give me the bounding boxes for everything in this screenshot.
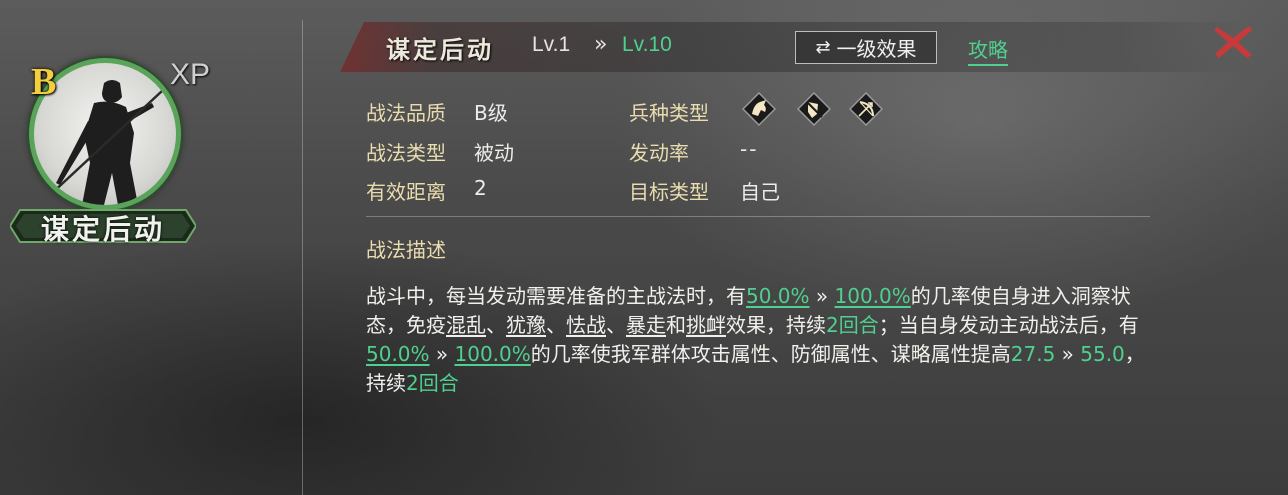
type-label: 战法类型: [366, 141, 446, 165]
desc-value: 27.5: [1010, 342, 1056, 366]
swap-icon: ⇄: [815, 37, 831, 58]
cavalry-icon[interactable]: [741, 91, 777, 127]
range-value: 2: [474, 176, 487, 200]
quality-label: 战法品质: [366, 101, 446, 125]
desc-value: 50.0%: [366, 342, 430, 366]
desc-duration: 2回合: [826, 313, 879, 337]
desc-value: 50.0%: [746, 284, 810, 308]
status-keyword[interactable]: 怯战: [566, 313, 606, 337]
quality-value: B级: [474, 101, 508, 125]
description-heading: 战法描述: [366, 238, 446, 262]
close-icon: [1214, 26, 1252, 58]
desc-text: ；当自身发动主动战法后，有: [878, 313, 1139, 337]
close-button[interactable]: [1212, 24, 1254, 60]
desc-arrow: »: [809, 284, 835, 308]
status-keyword[interactable]: 混乱: [446, 313, 486, 337]
desc-text: 的几率使我军群体攻击属性、防御属性、谋略属性提高: [530, 342, 1011, 366]
archer-icon[interactable]: [848, 91, 884, 127]
level-max: Lv.10: [622, 33, 672, 56]
desc-value: 55.0: [1080, 342, 1125, 366]
xp-label: XP: [170, 58, 211, 91]
range-label: 有效距离: [366, 180, 446, 204]
horizontal-divider: [366, 216, 1150, 217]
target-type-value: 自己: [740, 180, 780, 204]
skill-description: 战斗中，每当发动需要准备的主战法时，有50.0% » 100.0%的几率使自身进…: [366, 282, 1156, 398]
desc-value: 100.0%: [454, 342, 531, 366]
desc-duration: 2回合: [406, 371, 459, 395]
level-effect-toggle-button[interactable]: ⇄ 一级效果: [795, 31, 937, 64]
skill-title: 谋定后动: [386, 36, 494, 64]
desc-separator: 和: [666, 313, 686, 337]
skill-card: B XP 谋定后动: [0, 0, 302, 495]
desc-text: 战斗中，每当发动需要准备的主战法时，有: [366, 284, 746, 308]
target-type-label: 目标类型: [629, 180, 709, 204]
shield-infantry-icon[interactable]: [796, 91, 832, 127]
desc-value: 100.0%: [834, 284, 911, 308]
vertical-divider: [302, 20, 303, 495]
troop-type-label: 兵种类型: [629, 101, 709, 125]
desc-separator: 、: [546, 313, 566, 337]
status-keyword[interactable]: 挑衅: [686, 313, 726, 337]
status-keyword[interactable]: 犹豫: [506, 313, 546, 337]
trigger-rate-label: 发动率: [629, 141, 689, 165]
desc-separator: 、: [606, 313, 626, 337]
desc-arrow: »: [429, 342, 455, 366]
effect-button-label: 一级效果: [836, 37, 917, 61]
level-arrow-icon: »: [594, 32, 608, 57]
skill-name-banner: 谋定后动: [10, 204, 196, 248]
desc-text: 效果，持续: [726, 313, 826, 337]
desc-separator: 、: [486, 313, 506, 337]
status-keyword[interactable]: 暴走: [626, 313, 666, 337]
skill-grade-badge: B: [31, 61, 57, 103]
guide-link[interactable]: 攻略: [968, 34, 1008, 66]
skill-name-text: 谋定后动: [40, 213, 165, 246]
trigger-rate-value: --: [740, 137, 759, 161]
desc-arrow: »: [1055, 342, 1081, 366]
type-value: 被动: [474, 141, 514, 165]
level-current: Lv.1: [532, 33, 571, 56]
